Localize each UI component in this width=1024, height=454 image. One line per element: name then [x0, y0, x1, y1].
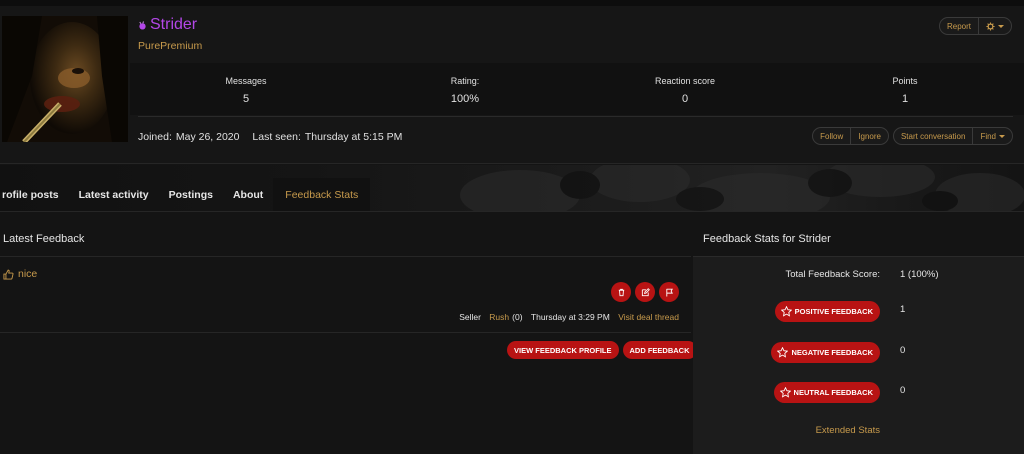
member-dates: Joined: May 26, 2020 Last seen: Thursday a…	[138, 131, 406, 143]
feedback-role: Seller	[459, 312, 481, 322]
stat-label: Rating:	[450, 76, 480, 86]
report-feedback-button[interactable]	[659, 282, 679, 302]
positive-feedback-label: POSITIVE FEEDBACK	[794, 307, 873, 316]
positive-feedback-count: 1	[900, 304, 906, 315]
stat-value: 0	[681, 93, 689, 105]
thumbs-up-icon	[3, 269, 14, 280]
settings-menu-button[interactable]	[979, 17, 1012, 35]
profile-stats: Messages 5 Rating: 100% Reaction score 0…	[130, 63, 1024, 115]
latest-feedback-heading: Latest Feedback	[3, 233, 85, 245]
negative-feedback-button[interactable]: NEGATIVE FEEDBACK	[771, 342, 880, 363]
stat-label: Reaction score	[654, 76, 716, 86]
feedback-from-count: (0)	[512, 312, 523, 322]
feedback-time: Thursday at 3:29 PM	[530, 312, 610, 322]
find-menu-button[interactable]: Find	[973, 127, 1013, 145]
tab-feedback-stats[interactable]: Feedback Stats	[273, 178, 371, 211]
tab-postings[interactable]: Postings	[159, 178, 223, 211]
start-conversation-button[interactable]: Start conversation	[892, 127, 974, 145]
avatar-image	[2, 16, 128, 142]
view-feedback-profile-button[interactable]: VIEW FEEDBACK PROFILE	[507, 341, 619, 359]
stat-label: Points	[892, 76, 918, 86]
gear-icon	[986, 21, 995, 31]
stat-points[interactable]: Points 1	[835, 76, 975, 105]
extended-stats-link[interactable]: Extended Stats	[816, 425, 880, 436]
tab-list: rofile posts Latest activity Postings Ab…	[0, 178, 371, 211]
follow-ignore-group: Follow Ignore	[812, 127, 889, 145]
username[interactable]: Strider	[150, 16, 197, 34]
negative-feedback-count: 0	[900, 345, 906, 356]
feedback-meta: Seller Rush (0) Thursday at 3:29 PM Visit…	[453, 312, 679, 322]
stat-value: 1	[901, 93, 909, 105]
star-icon	[777, 347, 789, 358]
stat-value: 100%	[450, 93, 480, 105]
report-button[interactable]: Report	[938, 17, 979, 35]
edit-icon	[641, 287, 650, 296]
feedback-actions	[611, 282, 679, 302]
feedback-text: nice	[3, 268, 37, 280]
feedback-from-user[interactable]: Rush	[489, 312, 509, 322]
stat-value: 5	[242, 93, 250, 105]
find-label: Find	[980, 131, 996, 141]
last-seen-date: Thursday at 5:15 PM	[304, 131, 403, 143]
tab-about[interactable]: About	[223, 178, 273, 211]
feedback-stats-heading: Feedback Stats for Strider	[703, 233, 831, 245]
edit-feedback-button[interactable]	[635, 282, 655, 302]
follow-button[interactable]: Follow	[812, 127, 852, 145]
feedback-item: nice Seller Rush (0) Thursday at 3:29 PM …	[0, 257, 691, 332]
neutral-feedback-count: 0	[900, 385, 906, 396]
profile-tabs: rofile posts Latest activity Postings Ab…	[0, 165, 1024, 212]
chevron-down-icon	[999, 134, 1005, 138]
total-score-label: Total Feedback Score:	[785, 269, 880, 280]
stat-label: Messages	[225, 76, 267, 86]
tab-latest-activity[interactable]: Latest activity	[69, 178, 159, 211]
profile-bottom-actions: Follow Ignore Start conversation Find	[812, 127, 1013, 145]
trash-icon	[618, 288, 624, 296]
neutral-feedback-button[interactable]: NEUTRAL FEEDBACK	[773, 382, 880, 403]
chevron-down-icon	[998, 24, 1004, 28]
visit-deal-thread-link[interactable]: Visit deal thread	[618, 312, 679, 322]
ignore-button[interactable]: Ignore	[851, 127, 889, 145]
divider	[0, 332, 691, 333]
divider	[138, 116, 1013, 117]
delete-feedback-button[interactable]	[611, 282, 631, 302]
positive-feedback-button[interactable]: POSITIVE FEEDBACK	[774, 301, 880, 322]
profile-top-actions: Report	[938, 17, 1012, 35]
joined-date: May 26, 2020	[175, 131, 240, 143]
tab-profile-posts[interactable]: rofile posts	[0, 178, 69, 211]
user-title: PurePremium	[138, 40, 203, 52]
add-feedback-button[interactable]: ADD FEEDBACK	[622, 341, 697, 359]
profile-header: Strider PurePremium Report Messages 5 Ra…	[0, 6, 1024, 164]
feedback-comment: nice	[18, 268, 38, 280]
star-icon	[780, 306, 792, 317]
feedback-buttons: VIEW FEEDBACK PROFILE ADD FEEDBACK	[507, 341, 697, 359]
last-seen-label: Last seen:	[252, 131, 301, 143]
sparkle-badge-icon	[139, 20, 146, 30]
stat-messages[interactable]: Messages 5	[176, 76, 316, 105]
joined-label: Joined:	[138, 131, 172, 143]
total-score-value: 1 (100%)	[900, 269, 939, 280]
avatar[interactable]	[2, 16, 128, 142]
star-icon	[779, 387, 791, 398]
feedback-stats-panel: Total Feedback Score: 1 (100%) POSITIVE …	[693, 256, 1024, 454]
stat-reaction-score[interactable]: Reaction score 0	[615, 76, 755, 105]
username-row: Strider	[138, 16, 197, 34]
negative-feedback-label: NEGATIVE FEEDBACK	[791, 348, 873, 357]
flag-icon	[665, 288, 673, 297]
neutral-feedback-label: NEUTRAL FEEDBACK	[793, 388, 873, 397]
stat-rating[interactable]: Rating: 100%	[395, 76, 535, 105]
conversation-find-group: Start conversation Find	[892, 127, 1013, 145]
